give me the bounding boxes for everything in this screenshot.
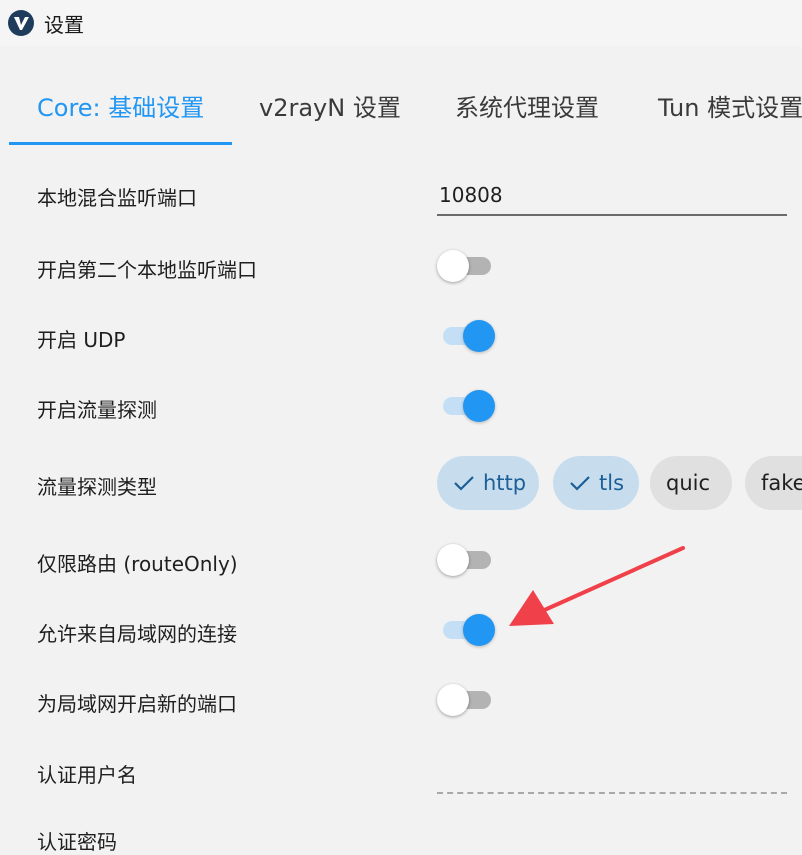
local-port-label: 本地混合监听端口	[37, 186, 197, 210]
tab-tun-mode[interactable]: Tun 模式设置	[658, 88, 802, 123]
second-port-toggle[interactable]	[437, 249, 495, 283]
chip-label: tls	[599, 471, 625, 495]
auth-user-input[interactable]	[437, 756, 791, 790]
tab-v2rayn-settings[interactable]: v2rayN 设置	[259, 88, 401, 123]
toggle-thumb	[437, 250, 469, 282]
chip-http[interactable]: http	[437, 456, 539, 510]
chip-label: http	[483, 471, 527, 495]
allow-lan-label: 允许来自局域网的连接	[37, 622, 237, 646]
check-icon	[453, 474, 475, 492]
auth-pass-label: 认证密码	[37, 830, 117, 854]
udp-toggle[interactable]	[437, 319, 495, 353]
auth-user-label: 认证用户名	[37, 763, 137, 787]
second-port-label: 开启第二个本地监听端口	[37, 258, 257, 282]
toggle-thumb	[437, 544, 469, 576]
udp-label: 开启 UDP	[37, 328, 126, 352]
chip-label: fake	[761, 471, 802, 495]
sniffing-label: 开启流量探测	[37, 398, 157, 422]
title-bar: 设置	[0, 0, 802, 46]
sniffing-toggle[interactable]	[437, 389, 495, 423]
lan-new-port-toggle[interactable]	[437, 683, 495, 717]
local-port-input[interactable]	[437, 178, 791, 212]
tab-core-basic[interactable]: Core: 基础设置	[37, 88, 204, 123]
allow-lan-toggle[interactable]	[437, 613, 495, 647]
check-icon	[569, 474, 591, 492]
toggle-thumb	[437, 684, 469, 716]
settings-tabs: Core: 基础设置 v2rayN 设置 系统代理设置 Tun 模式设置	[0, 66, 802, 146]
route-only-label: 仅限路由 (routeOnly)	[37, 552, 238, 576]
toggle-thumb	[463, 390, 495, 422]
toggle-thumb	[463, 320, 495, 352]
chip-fake[interactable]: fake	[745, 456, 802, 510]
v2rayn-app-icon	[8, 10, 34, 36]
toggle-thumb	[463, 614, 495, 646]
active-tab-indicator	[9, 142, 232, 145]
chip-label: quic	[666, 471, 711, 495]
auth-user-field	[437, 756, 791, 794]
chip-quic[interactable]: quic	[650, 456, 732, 510]
chip-tls[interactable]: tls	[553, 456, 639, 510]
sniff-types-label: 流量探测类型	[37, 475, 157, 499]
route-only-toggle[interactable]	[437, 543, 495, 577]
lan-new-port-label: 为局域网开启新的端口	[37, 692, 237, 716]
tab-system-proxy[interactable]: 系统代理设置	[455, 88, 599, 123]
window-title: 设置	[44, 12, 84, 37]
local-port-field	[437, 178, 791, 216]
